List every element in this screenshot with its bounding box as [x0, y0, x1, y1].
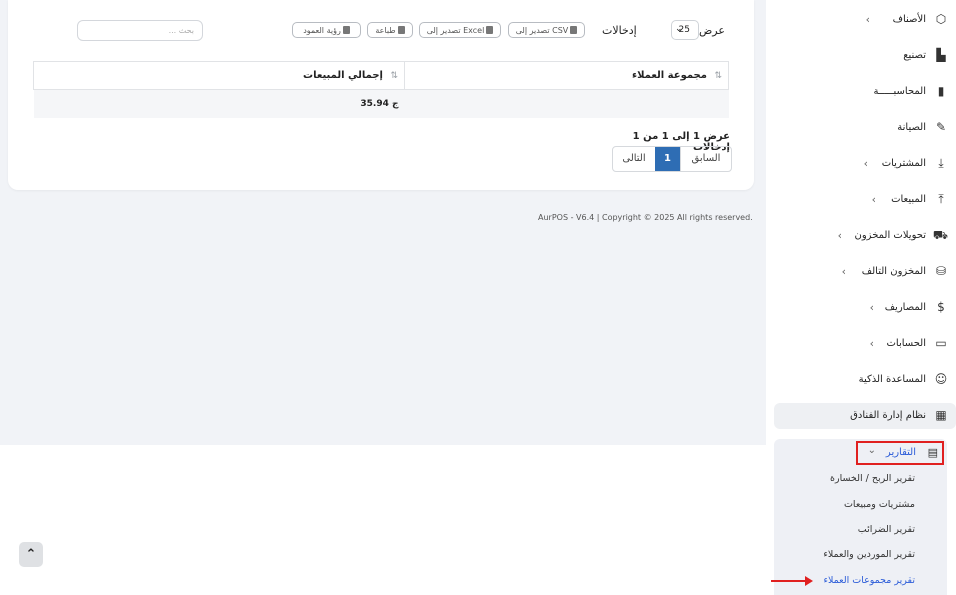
column-visibility-button[interactable]: رؤية العمود	[292, 22, 361, 38]
previous-page-button[interactable]: السابق	[680, 147, 731, 171]
file-icon	[570, 26, 578, 34]
chevron-right-icon: ›	[837, 229, 842, 242]
sub-item-suppliers-customers[interactable]: تقرير الموردين والعملاء	[823, 549, 915, 560]
sidebar-item-stock-transfers[interactable]: ⛟ تحويلات المخزون ›	[774, 223, 956, 249]
search-input[interactable]: بحث ...	[77, 20, 203, 41]
file-icon	[486, 26, 494, 34]
sidebar-item-label: تصنيع	[903, 50, 926, 61]
sidebar-item-accounts[interactable]: ▭ الحسابات ›	[774, 331, 956, 357]
database-icon: ⛁	[935, 264, 947, 278]
scroll-to-top-button[interactable]: ⌃	[19, 542, 43, 567]
sidebar-item-label: المصاريف	[884, 302, 926, 313]
sidebar-item-hotel-management[interactable]: ▦ نظام إدارة الفنادق	[774, 403, 956, 429]
current-page-button[interactable]: 1	[655, 147, 680, 171]
page-size-select[interactable]: ⌄ 25	[671, 20, 699, 40]
next-page-button[interactable]: التالى	[613, 147, 655, 171]
sub-item-customer-groups[interactable]: تقرير مجموعات العملاء	[824, 575, 916, 586]
wrench-icon: ✎	[935, 120, 947, 134]
sub-item-purchases-sales[interactable]: مشتريات ومبيعات	[844, 499, 915, 510]
export-csv-button[interactable]: تصدير إلى CSV	[508, 22, 585, 38]
sort-icon: ⇅	[390, 71, 398, 81]
sidebar-item-label: تحويلات المخزون	[854, 230, 927, 241]
export-excel-label: تصدير إلى Excel	[426, 25, 485, 35]
chevron-right-icon: ›	[869, 337, 874, 350]
export-csv-label: تصدير إلى CSV	[515, 25, 569, 35]
column-header-total-sales[interactable]: إجمالي المبيعات ⇅	[33, 61, 405, 90]
print-label: طباعة	[375, 25, 396, 35]
sidebar-item-label: المساعدة الذكية	[858, 374, 926, 385]
print-button[interactable]: طباعة	[367, 22, 413, 38]
sidebar-item-label: المشتريات	[881, 158, 926, 169]
column-header-customer-group[interactable]: مجموعة العملاء ⇅	[404, 61, 729, 90]
upload-icon: ⤒	[938, 192, 944, 206]
sidebar-item-maintenance[interactable]: ✎ الصيانة	[774, 115, 956, 141]
cell-total-sales: 35.94 ج	[33, 89, 405, 118]
export-excel-button[interactable]: تصدير إلى Excel	[419, 22, 501, 38]
sidebar-item-reports[interactable]: ▤ التقارير ⌄	[856, 441, 944, 465]
chevron-right-icon: ›	[871, 193, 876, 206]
chevron-up-icon: ⌃	[25, 547, 37, 562]
report-icon: ▤	[927, 446, 938, 459]
box-icon: ⬡	[935, 12, 947, 26]
chevron-right-icon: ›	[841, 265, 846, 278]
robot-icon: ☺	[934, 372, 948, 386]
sidebar-item-label: نظام إدارة الفنادق	[850, 410, 926, 421]
sidebar-item-label: المبيعات	[891, 194, 926, 205]
sidebar-item-expenses[interactable]: $ المصاريف ›	[774, 295, 956, 321]
sidebar-item-damaged-stock[interactable]: ⛁ المخزون التالف ›	[774, 259, 956, 285]
printer-icon	[397, 26, 405, 34]
table-row: 35.94 ج	[33, 89, 729, 118]
sidebar-item-label: الصيانة	[897, 122, 926, 133]
sidebar-item-smart-assistant[interactable]: ☺ المساعدة الذكية	[774, 367, 956, 393]
sidebar-item-manufacturing[interactable]: ▙ تصنيع	[774, 43, 956, 69]
sidebar-item-sales[interactable]: ⤒ المبيعات ›	[774, 187, 956, 213]
sidebar-item-label: المخزون التالف	[861, 266, 926, 277]
chevron-right-icon: ›	[863, 157, 868, 170]
sidebar-item-purchases[interactable]: ⤓ المشتريات ›	[774, 151, 956, 177]
header-customer-group-label: مجموعة العملاء	[631, 70, 707, 81]
sort-asc-icon: ⇅	[714, 71, 722, 81]
chevron-right-icon: ›	[865, 13, 870, 26]
sidebar-item-items[interactable]: ⬡ الأصناف ›	[774, 7, 956, 33]
truck-icon: ⛟	[932, 228, 948, 242]
sub-item-tax-report[interactable]: تقرير الضرائب	[858, 524, 915, 535]
header-total-sales-label: إجمالي المبيعات	[303, 70, 383, 81]
download-icon: ⤓	[938, 156, 944, 170]
pagination: التالى 1 السابق	[612, 146, 732, 172]
customer-groups-table: إجمالي المبيعات ⇅ مجموعة العملاء ⇅ 35.94…	[33, 61, 729, 118]
sidebar-item-label: الأصناف	[892, 14, 926, 25]
show-label: عرض	[699, 24, 725, 37]
entries-label: إدخالات	[602, 24, 637, 37]
chevron-down-icon: ⌄	[867, 445, 876, 456]
sidebar-item-label: التقارير	[885, 447, 916, 458]
footer-copyright: AurPOS - V6.4 | Copyright © 2025 All rig…	[538, 213, 753, 222]
credit-card-icon: ▭	[935, 336, 947, 350]
sidebar-item-accounting[interactable]: ▮ المحاسبـــــة	[774, 79, 956, 105]
sidebar-item-label: المحاسبـــــة	[873, 86, 926, 97]
hotel-icon: ▦	[935, 408, 947, 422]
sub-item-profit-loss[interactable]: تقرير الربح / الخسارة	[830, 473, 915, 484]
page-size-value: 25	[678, 25, 690, 35]
columns-icon	[342, 26, 350, 34]
chevron-right-icon: ›	[869, 301, 874, 314]
cell-customer-group	[404, 89, 729, 118]
dollar-icon: $	[937, 300, 945, 314]
sidebar-item-label: الحسابات	[886, 338, 927, 349]
book-icon: ▮	[937, 84, 945, 98]
factory-icon: ▙	[936, 48, 946, 62]
pointer-arrow-icon	[771, 576, 813, 586]
column-visibility-label: رؤية العمود	[303, 25, 341, 35]
